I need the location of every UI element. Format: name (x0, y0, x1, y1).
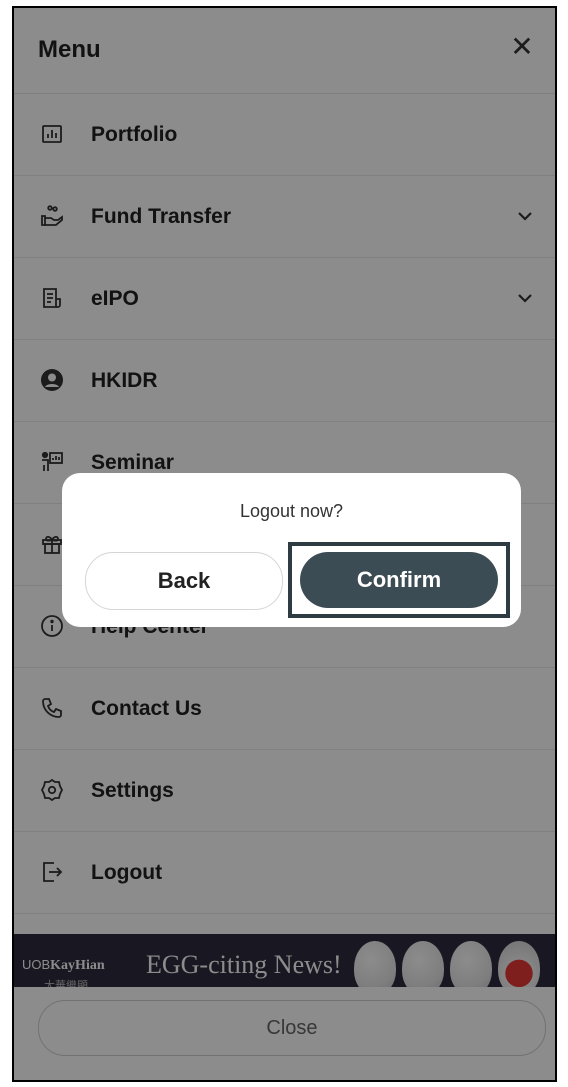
dialog-message: Logout now? (239, 501, 344, 521)
back-button[interactable]: Back (85, 552, 283, 610)
menu-screen: Menu ✕ Portfolio Fund Transfer eIPO HKID… (12, 6, 557, 1082)
logout-dialog: Logout now? Back Confirm (62, 473, 521, 627)
confirm-button[interactable]: Confirm (300, 552, 498, 608)
screen: Menu ✕ Portfolio Fund Transfer eIPO HKID… (0, 0, 568, 1087)
confirm-highlight: Confirm (288, 542, 510, 618)
